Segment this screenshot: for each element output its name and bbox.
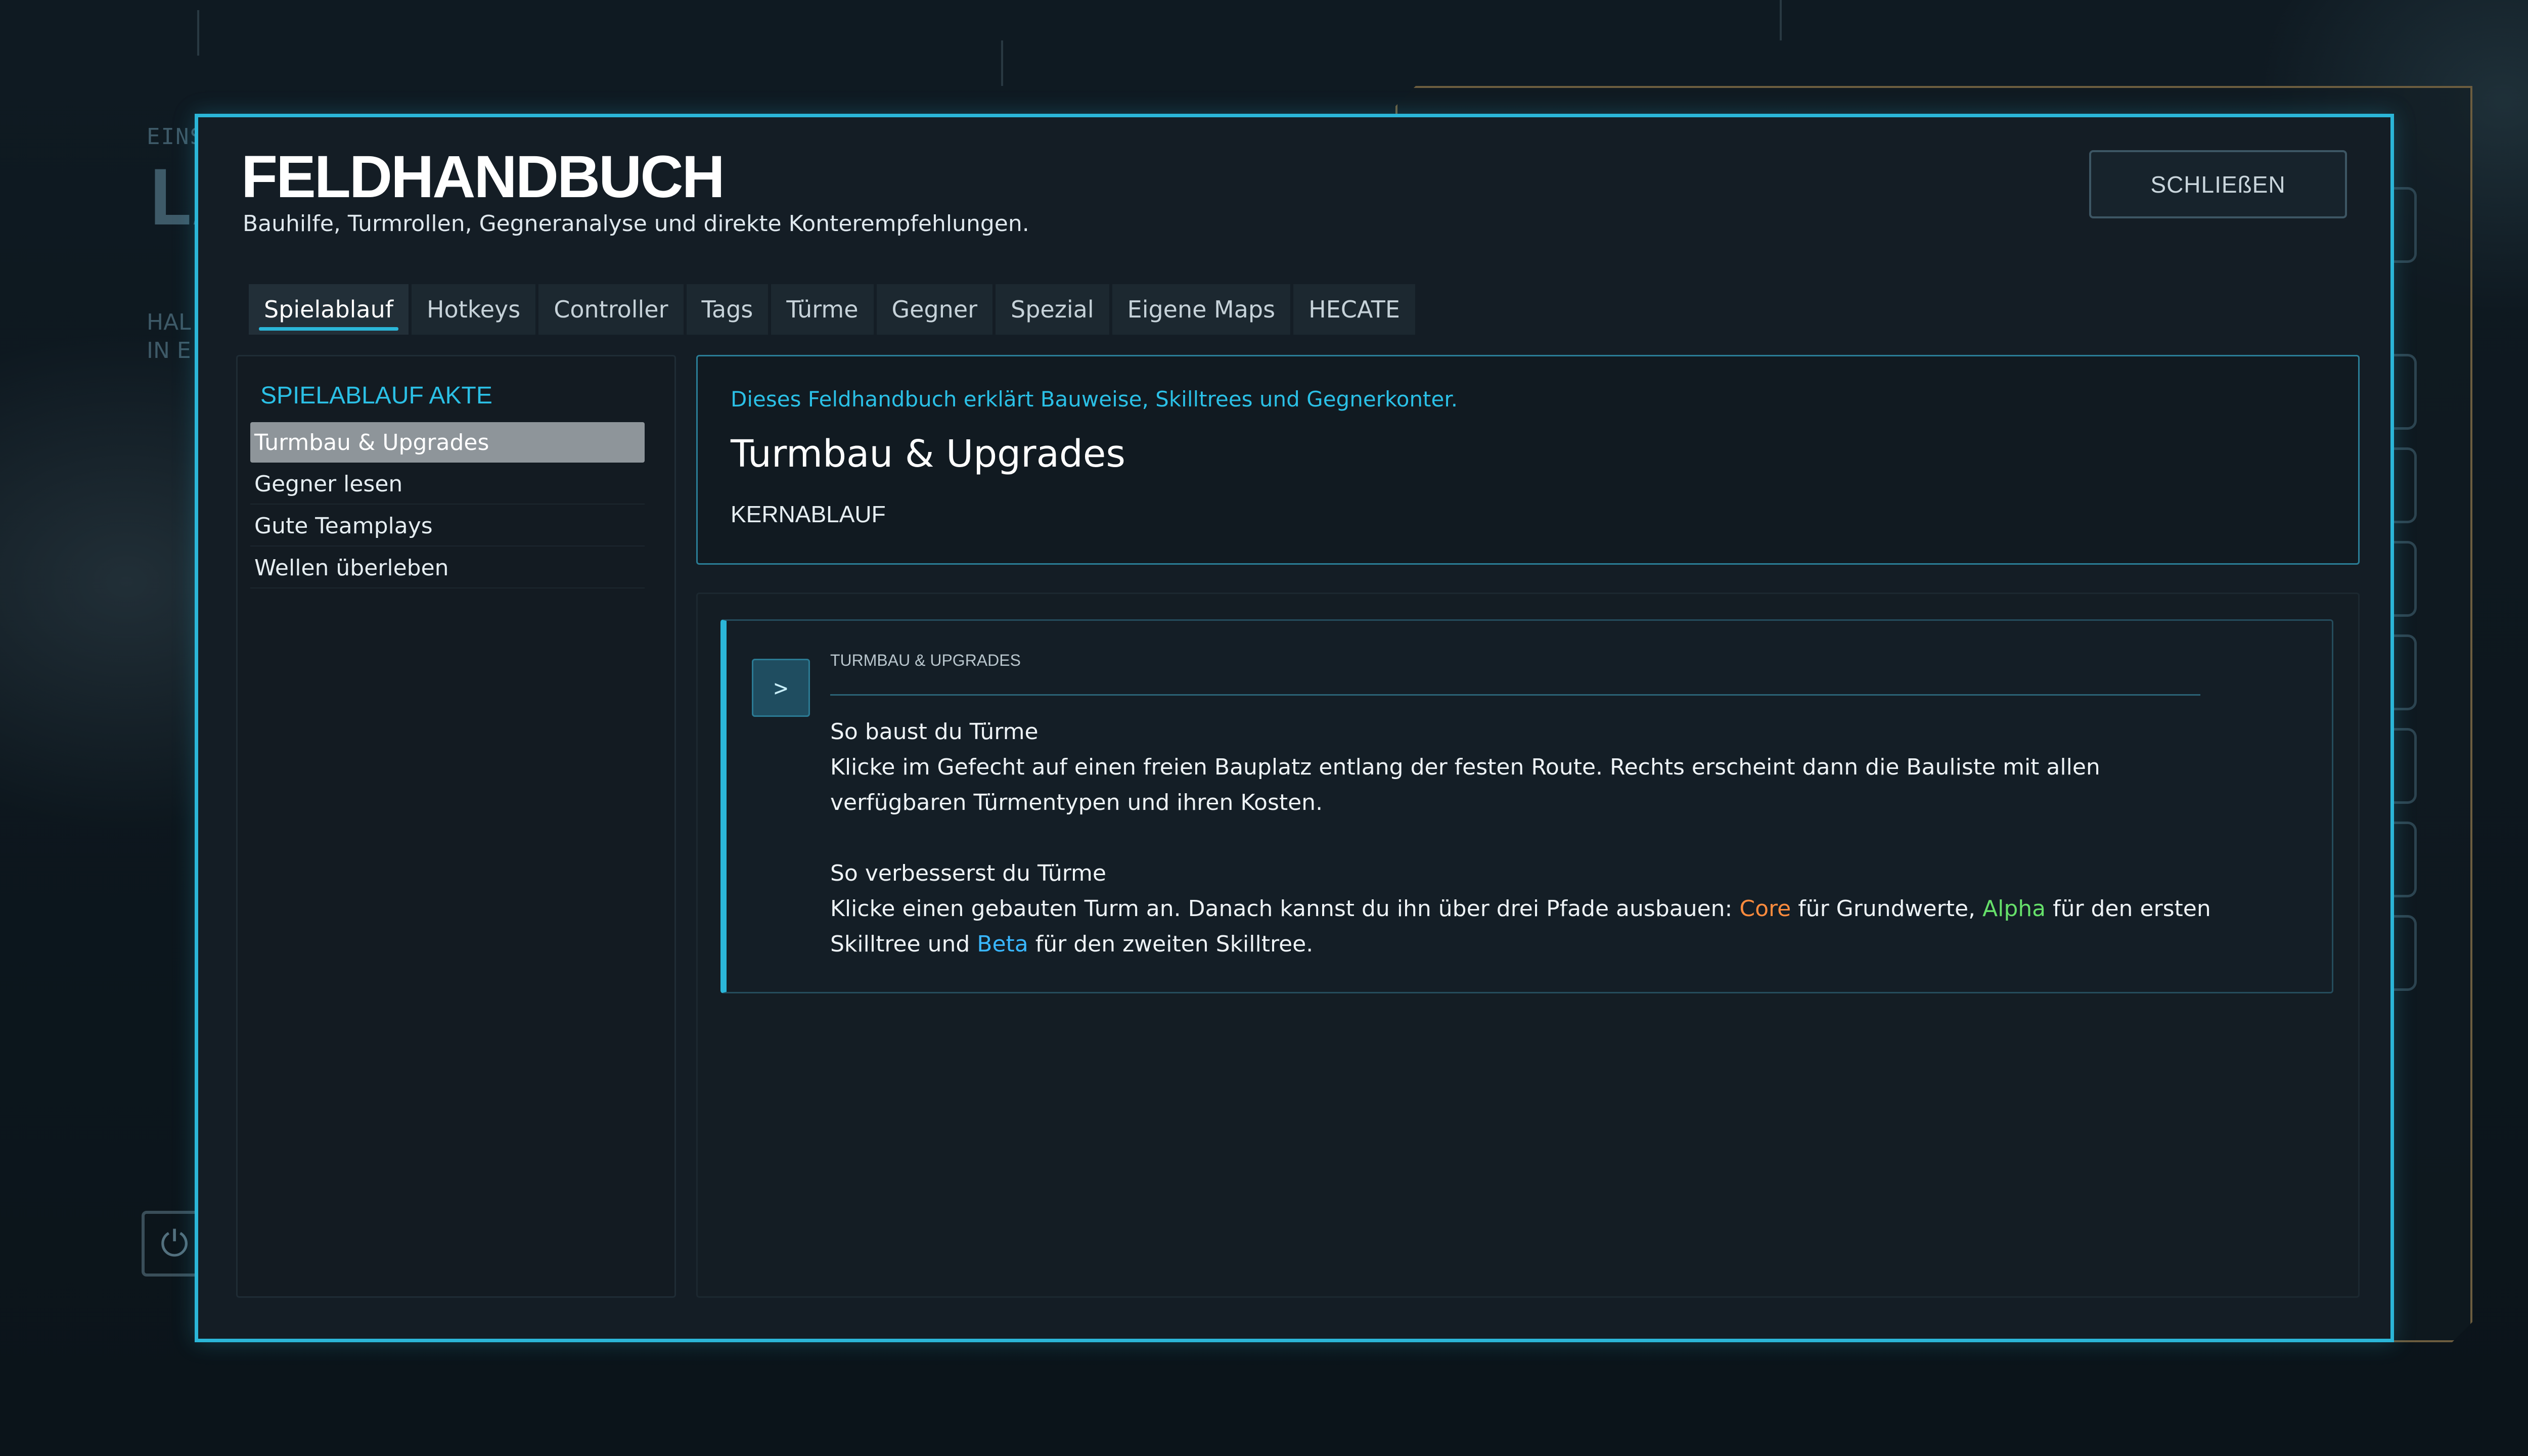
- bg-decor-line: [197, 10, 199, 56]
- chevron-right-icon: >: [752, 659, 810, 717]
- bg-decor-line: [1001, 40, 1003, 86]
- sidebar: SPIELABLAUF AKTE Turmbau & Upgrades Gegn…: [236, 355, 676, 1298]
- content-area: > TURMBAU & UPGRADES So baust du Türme K…: [696, 593, 2360, 1298]
- manual-entry-card: > TURMBAU & UPGRADES So baust du Türme K…: [720, 619, 2333, 993]
- entry-body: So baust du Türme Klicke im Gefecht auf …: [830, 714, 2236, 962]
- sidebar-list: Turmbau & Upgrades Gegner lesen Gute Tea…: [250, 422, 645, 590]
- tab-gegner[interactable]: Gegner: [876, 284, 993, 335]
- tab-bar: Spielablauf Hotkeys Controller Tags Türm…: [249, 284, 1415, 335]
- beta-keyword: Beta: [977, 931, 1028, 957]
- tab-eigene-maps[interactable]: Eigene Maps: [1112, 284, 1291, 335]
- tab-spielablauf[interactable]: Spielablauf: [249, 284, 409, 335]
- tab-hecate[interactable]: HECATE: [1293, 284, 1415, 335]
- core-keyword: Core: [1739, 896, 1791, 922]
- alpha-keyword: Alpha: [1982, 896, 2046, 922]
- tab-controller[interactable]: Controller: [538, 284, 684, 335]
- sidebar-heading: SPIELABLAUF AKTE: [260, 382, 492, 409]
- topic-tag: KERNABLAUF: [731, 501, 886, 527]
- close-button[interactable]: SCHLIEßEN: [2089, 150, 2347, 218]
- section-title: So baust du Türme: [830, 719, 1039, 745]
- section-text: Klicke im Gefecht auf einen freien Baupl…: [830, 754, 2100, 815]
- bg-decor-line: [1780, 0, 1782, 40]
- sidebar-item-wellen[interactable]: Wellen überleben: [250, 548, 645, 588]
- sidebar-item-gegner-lesen[interactable]: Gegner lesen: [250, 464, 645, 505]
- section-title: So verbesserst du Türme: [830, 860, 1106, 886]
- tab-spezial[interactable]: Spezial: [996, 284, 1109, 335]
- divider: [830, 694, 2200, 696]
- dialog-subtitle: Bauhilfe, Turmrollen, Gegneranalyse und …: [243, 211, 1029, 237]
- tab-tuerme[interactable]: Türme: [771, 284, 874, 335]
- topic-header: Dieses Feldhandbuch erklärt Bauweise, Sk…: [696, 355, 2360, 565]
- entry-label: TURMBAU & UPGRADES: [830, 651, 1021, 669]
- dialog-title: FELDHANDBUCH: [241, 144, 725, 210]
- section-text: Klicke einen gebauten Turm an. Danach ka…: [830, 896, 2211, 957]
- field-manual-dialog: FELDHANDBUCH Bauhilfe, Turmrollen, Gegne…: [195, 114, 2394, 1342]
- tab-tags[interactable]: Tags: [686, 284, 769, 335]
- sidebar-item-teamplays[interactable]: Gute Teamplays: [250, 506, 645, 547]
- topic-intro: Dieses Feldhandbuch erklärt Bauweise, Sk…: [731, 387, 1458, 412]
- sidebar-item-turmbau[interactable]: Turmbau & Upgrades: [250, 422, 645, 463]
- topic-title: Turmbau & Upgrades: [731, 432, 1125, 476]
- tab-hotkeys[interactable]: Hotkeys: [411, 284, 536, 335]
- background-screen-text: HAL IN E: [147, 309, 191, 363]
